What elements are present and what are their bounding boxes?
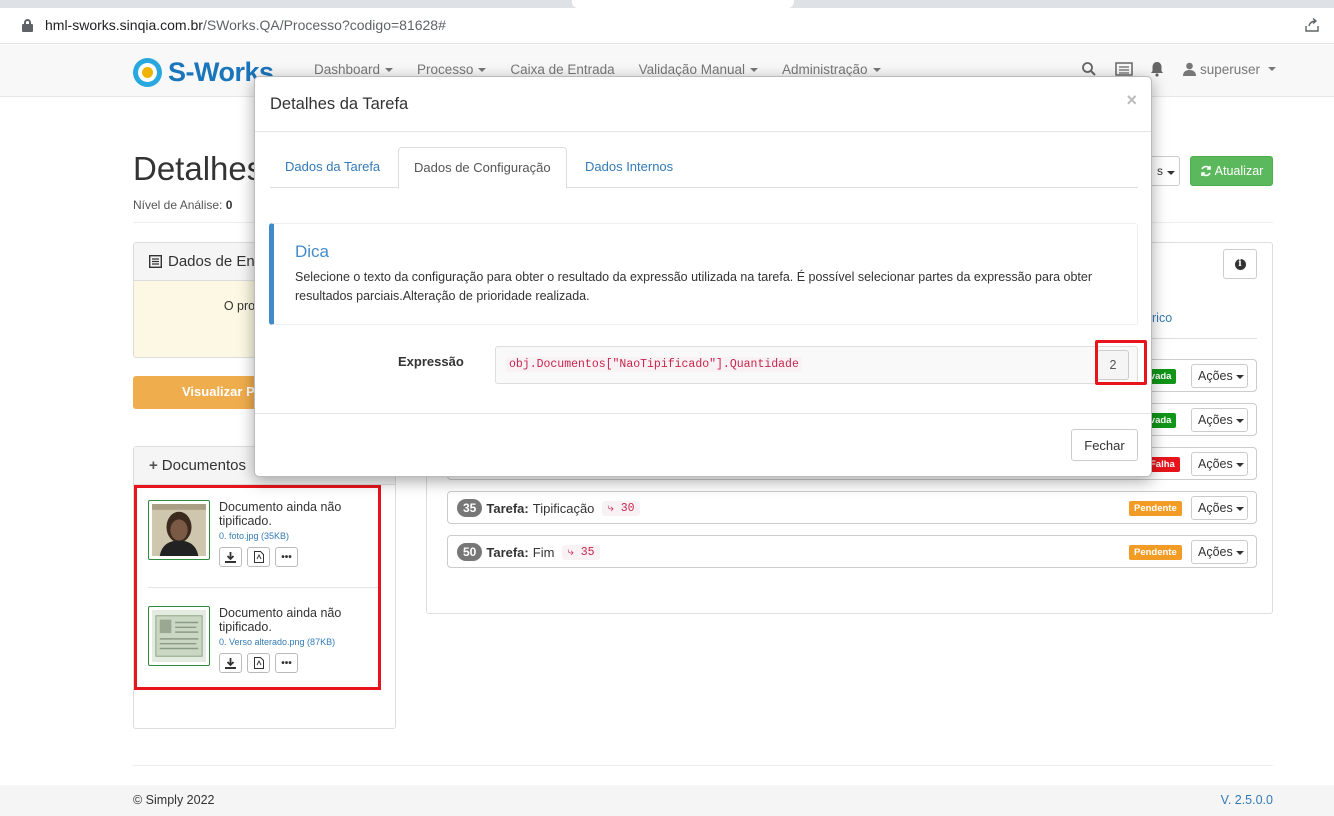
menu-caixa-de-entrada[interactable]: Caixa de Entrada [510, 62, 614, 77]
task-code: ⤷ 35 [562, 544, 600, 560]
historico-link[interactable]: rico [1152, 311, 1172, 325]
expressao-code[interactable]: obj.Documentos["NaoTipificado"].Quantida… [506, 357, 802, 372]
task-label: Tarefa: [486, 500, 529, 516]
task-info: 50 Tarefa: Fim ⤷ 35 [457, 543, 600, 561]
acoes-dropdown[interactable]: Ações [1191, 408, 1248, 432]
task-label: Tarefa: [486, 544, 529, 560]
list-icon[interactable] [1115, 61, 1133, 77]
modal-header: Detalhes da Tarefa × [255, 77, 1151, 132]
info-button[interactable]: i [1223, 249, 1257, 279]
status-badge: Pendente [1129, 545, 1182, 560]
modal-tabs: Dados da Tarefa Dados de Configuração Da… [270, 147, 1138, 189]
share-icon[interactable] [1304, 17, 1320, 33]
chevron-down-icon [749, 68, 758, 73]
chevron-down-icon [1235, 418, 1244, 423]
username: superuser [1199, 61, 1260, 77]
chevron-down-icon [1235, 550, 1244, 555]
acoes-dropdown[interactable]: Ações [1191, 496, 1248, 520]
chevron-down-icon [1235, 506, 1244, 511]
chevron-down-icon [1167, 171, 1175, 175]
browser-tabstrip [0, 0, 1334, 8]
footer-version: V. 2.5.0.0 [1220, 793, 1273, 807]
dica-text: Selecione o texto da configuração para o… [295, 270, 1093, 303]
expressao-field[interactable]: obj.Documentos["NaoTipificado"].Quantida… [495, 346, 1138, 384]
footer-copyright: © Simply 2022 [133, 793, 215, 807]
acoes-dropdown[interactable]: Ações [1191, 540, 1248, 564]
footer: © Simply 2022 V. 2.5.0.0 [0, 785, 1334, 816]
tab-dados-internos[interactable]: Dados Internos [570, 147, 688, 188]
lock-icon [22, 19, 33, 32]
search-icon[interactable] [1081, 61, 1097, 77]
chevron-down-icon [1235, 374, 1244, 379]
browser-active-tab[interactable] [572, 0, 794, 8]
task-row: 35 Tarefa: Tipificação ⤷ 30 Pendente Açõ… [447, 491, 1257, 524]
tab-dados-da-tarefa[interactable]: Dados da Tarefa [270, 147, 395, 188]
menu-validacao-manual[interactable]: Validação Manual [639, 62, 758, 77]
bell-icon[interactable] [1149, 61, 1165, 77]
highlight-box-result [1095, 340, 1147, 385]
user-icon [1182, 62, 1196, 76]
expressao-label: Expressão [398, 354, 464, 369]
task-info: 35 Tarefa: Tipificação ⤷ 30 [457, 499, 640, 517]
chevron-down-icon [872, 68, 881, 73]
task-number-badge: 50 [457, 543, 483, 561]
task-row: 50 Tarefa: Fim ⤷ 35 Pendente Ações [447, 535, 1257, 568]
nivel-analise: Nível de Análise: 0 [133, 198, 233, 212]
atualizar-button[interactable]: Atualizar [1190, 156, 1273, 186]
task-number-badge: 35 [457, 499, 483, 517]
page-title: Detalhes [133, 150, 264, 187]
task-name: Fim [532, 544, 555, 560]
highlight-box-documents [134, 485, 381, 690]
menu-dashboard[interactable]: Dashboard [314, 62, 394, 77]
tab-dados-de-configuracao[interactable]: Dados de Configuração [398, 147, 567, 189]
refresh-icon [1200, 165, 1211, 177]
navbar-right: superuser [1081, 61, 1276, 77]
chevron-down-icon [1268, 67, 1276, 71]
plus-icon[interactable]: + [149, 457, 158, 474]
url-text[interactable]: hml-sworks.sinqia.com.br/SWorks.QA/Proce… [45, 17, 446, 33]
fechar-button[interactable]: Fechar [1071, 429, 1138, 461]
main-menu: Dashboard Processo Caixa de Entrada Vali… [314, 62, 881, 77]
chevron-down-icon [385, 68, 394, 73]
chevron-down-icon [1235, 462, 1244, 467]
list-alt-icon [149, 255, 162, 268]
close-icon[interactable]: × [1126, 90, 1137, 111]
task-details-modal: Detalhes da Tarefa × Dados da Tarefa Dad… [254, 76, 1152, 477]
menu-administracao[interactable]: Administração [782, 62, 881, 77]
user-menu[interactable]: superuser [1182, 61, 1276, 77]
dica-callout: Dica Selecione o texto da configuração p… [269, 223, 1138, 325]
task-name: Tipificação [532, 500, 595, 516]
task-code: ⤷ 30 [602, 500, 640, 516]
chevron-down-icon [478, 68, 487, 73]
code-fork-icon: ⤷ [567, 545, 581, 559]
info-icon: i [1234, 258, 1246, 270]
status-badge: Pendente [1129, 501, 1182, 516]
menu-processo[interactable]: Processo [417, 62, 487, 77]
brand-logo-link[interactable]: S-Works [133, 57, 274, 87]
browser-address-bar[interactable]: hml-sworks.sinqia.com.br/SWorks.QA/Proce… [0, 8, 1334, 44]
divider [133, 765, 1273, 766]
sworks-logo-icon [133, 57, 162, 87]
modal-title: Detalhes da Tarefa [270, 95, 409, 113]
acoes-dropdown[interactable]: Ações [1191, 364, 1248, 388]
modal-footer-divider [255, 413, 1151, 414]
code-fork-icon: ⤷ [607, 501, 621, 515]
acoes-dropdown[interactable]: Ações [1191, 452, 1248, 476]
dica-title: Dica [295, 242, 330, 261]
